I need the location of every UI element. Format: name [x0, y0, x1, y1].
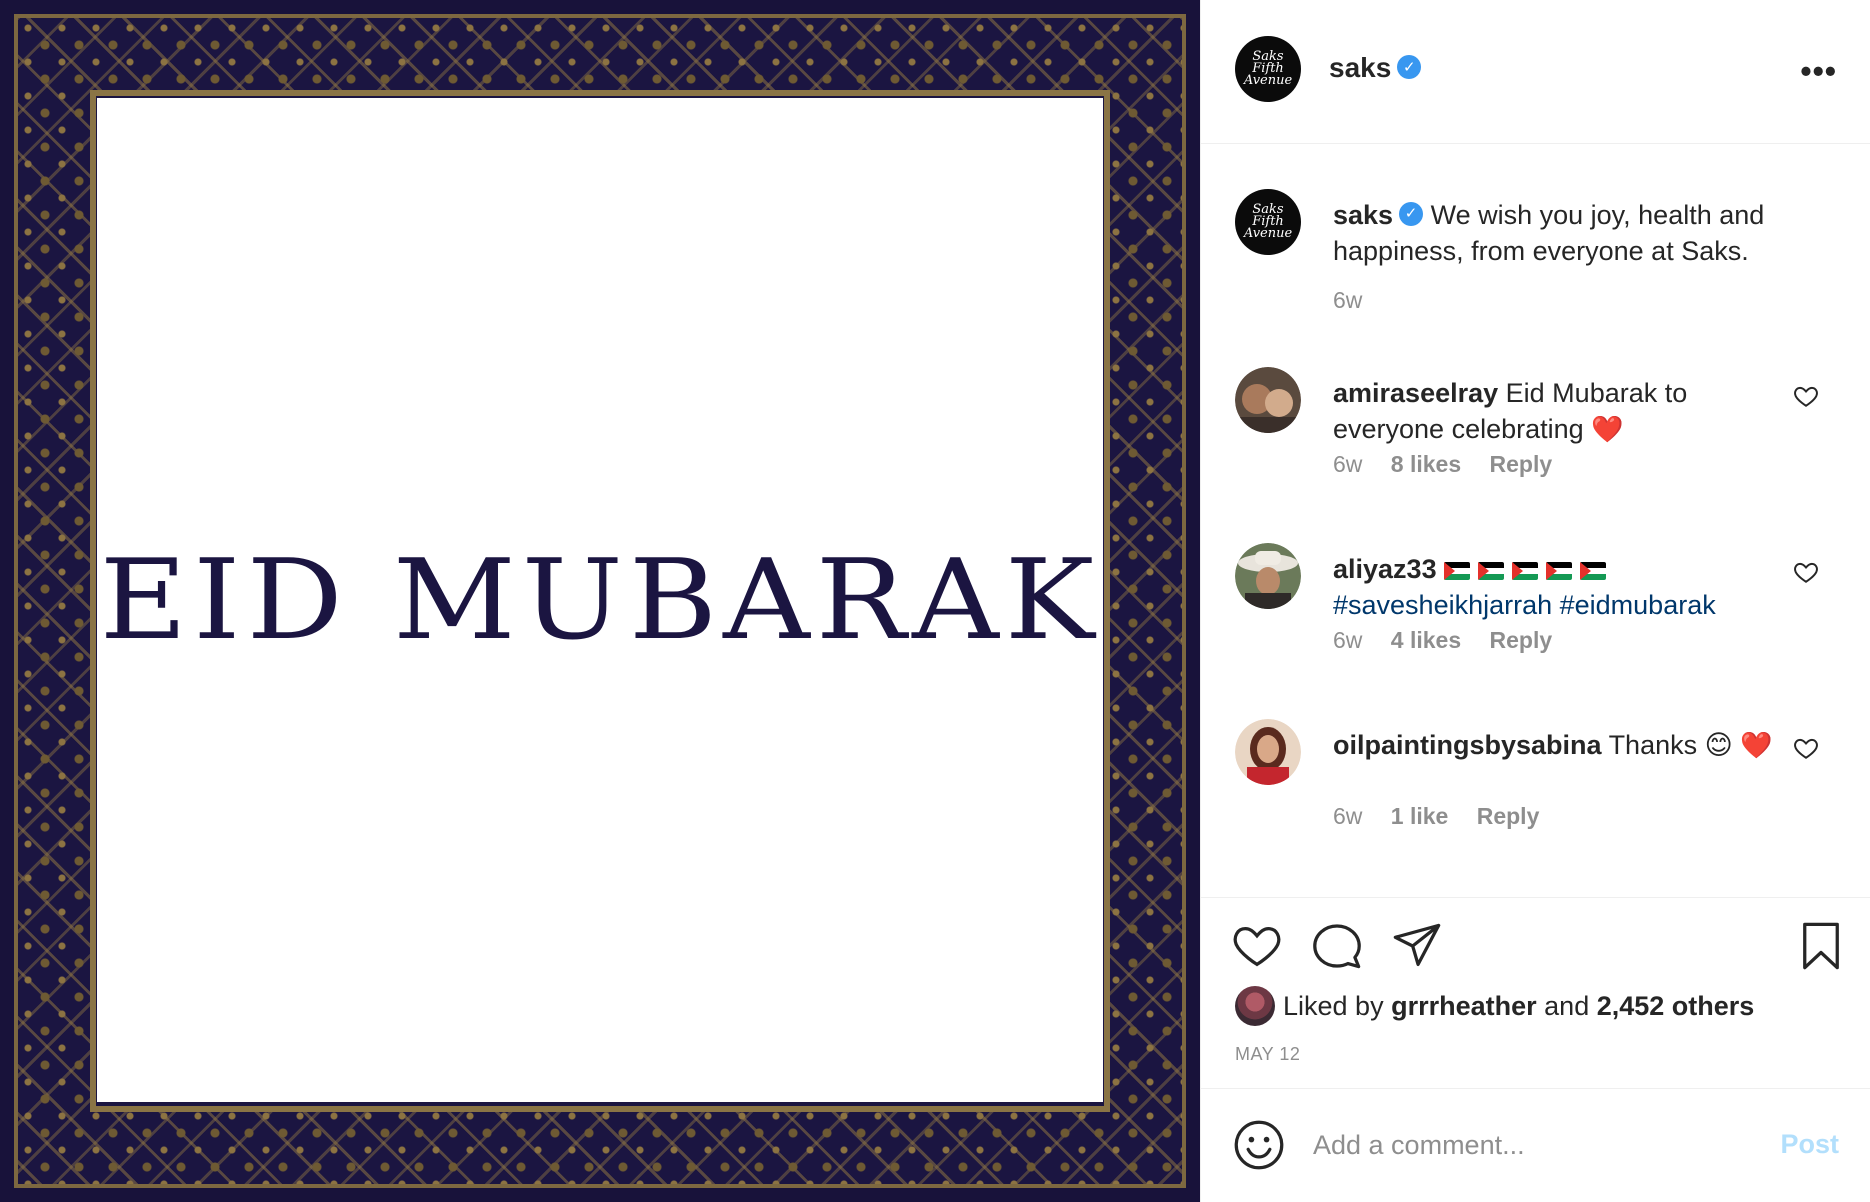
red-heart-emoji: ❤️ [1591, 414, 1624, 444]
image-card: EID MUBARAK [97, 98, 1103, 1102]
flag-icon [1512, 561, 1539, 580]
reply-button[interactable]: Reply [1490, 451, 1553, 477]
red-heart-emoji: ❤️ [1740, 730, 1773, 760]
verified-badge-icon: ✓ [1399, 201, 1424, 226]
comment-username[interactable]: oilpaintingsbysabina [1333, 730, 1602, 760]
flag-icon [1546, 561, 1573, 580]
like-heart-icon[interactable] [1231, 920, 1283, 972]
likes-conj: and [1544, 990, 1590, 1021]
like-comment-heart-icon[interactable] [1793, 383, 1819, 409]
comment-time[interactable]: 6w [1333, 803, 1362, 829]
comment-body: aliyaz33 #savesheikhjarrah #eidmubarak [1333, 551, 1773, 623]
comment-item: oilpaintingsbysabina Thanks 😊 ❤️ 6w 1 li… [1201, 719, 1870, 869]
comment-meta: 6w 1 like Reply [1333, 803, 1561, 830]
post-header: Saks Fifth Avenue saks ✓ ••• [1201, 0, 1870, 144]
aliyaz33-avatar[interactable] [1235, 543, 1301, 609]
header-username[interactable]: saks ✓ [1329, 52, 1422, 84]
avatar-logo-line: Avenue [1243, 73, 1293, 88]
saks-avatar[interactable]: Saks Fifth Avenue [1235, 36, 1301, 102]
comments-list[interactable]: Saks Fifth Avenue saks ✓ We wish you joy,… [1201, 145, 1870, 897]
comment-likes[interactable]: 4 likes [1391, 627, 1461, 653]
flag-icon [1444, 561, 1471, 580]
flag-icon [1478, 561, 1505, 580]
comment-input[interactable] [1313, 1123, 1733, 1167]
comment-body: oilpaintingsbysabina Thanks 😊 ❤️ [1333, 727, 1773, 763]
comment-item: aliyaz33 #savesheikhjarrah #eidmubarak 6… [1201, 543, 1870, 693]
like-comment-heart-icon[interactable] [1793, 559, 1819, 585]
like-comment-heart-icon[interactable] [1793, 735, 1819, 761]
emoji-picker-icon[interactable] [1233, 1119, 1285, 1171]
comment-time[interactable]: 6w [1333, 451, 1362, 477]
verified-badge-icon: ✓ [1397, 54, 1422, 79]
comment-username[interactable]: amiraseelray [1333, 378, 1498, 408]
palestine-flag-emoji [1444, 554, 1614, 584]
reply-button[interactable]: Reply [1477, 803, 1540, 829]
comment-username[interactable]: aliyaz33 [1333, 554, 1437, 584]
flag-icon [1580, 561, 1607, 580]
save-bookmark-icon[interactable] [1795, 920, 1847, 972]
amiraseelray-avatar[interactable] [1235, 367, 1301, 433]
likes-prefix: Liked by [1283, 990, 1384, 1021]
more-options-button[interactable]: ••• [1800, 55, 1837, 87]
likes-others[interactable]: 2,452 others [1597, 991, 1755, 1022]
comment-bubble-icon[interactable] [1311, 920, 1363, 972]
smiling-emoji: 😊 [1704, 730, 1733, 760]
comment-item: amiraseelray Eid Mubarak to everyone cel… [1201, 367, 1870, 517]
liker-avatar[interactable] [1235, 986, 1275, 1026]
liker-username[interactable]: grrrheather [1391, 991, 1537, 1022]
reply-button[interactable]: Reply [1490, 627, 1553, 653]
header-username-text[interactable]: saks [1329, 52, 1391, 83]
caption: Saks Fifth Avenue saks ✓ We wish you joy,… [1201, 189, 1870, 339]
post-detail-panel: Saks Fifth Avenue saks ✓ ••• Saks Fifth A… [1200, 0, 1870, 1202]
caption-body: saks ✓ We wish you joy, health and happin… [1333, 197, 1813, 269]
comment-likes[interactable]: 1 like [1391, 803, 1449, 829]
comment-text: Thanks [1608, 730, 1698, 760]
post-actions: Liked by grrrheather and 2,452 others MA… [1201, 897, 1870, 1087]
post-comment-button[interactable]: Post [1780, 1129, 1839, 1160]
caption-meta: 6w [1333, 287, 1384, 314]
image-headline: EID MUBARAK [99, 536, 1101, 664]
caption-text: We wish you joy, health and happiness, f… [1333, 200, 1765, 266]
caption-time[interactable]: 6w [1333, 287, 1362, 313]
avatar-logo-line: Avenue [1243, 226, 1293, 241]
add-comment-bar: Post [1201, 1088, 1870, 1202]
likes-summary: Liked by grrrheather and 2,452 others [1235, 986, 1754, 1026]
comment-likes[interactable]: 8 likes [1391, 451, 1461, 477]
comment-hashtags[interactable]: #savesheikhjarrah #eidmubarak [1333, 590, 1716, 620]
post-date[interactable]: MAY 12 [1235, 1044, 1300, 1065]
post-image[interactable]: EID MUBARAK [0, 0, 1200, 1202]
saks-avatar[interactable]: Saks Fifth Avenue [1235, 189, 1301, 255]
caption-username[interactable]: saks [1333, 200, 1393, 230]
comment-meta: 6w 4 likes Reply [1333, 627, 1574, 654]
share-send-icon[interactable] [1391, 920, 1443, 972]
oilpaintingsbysabina-avatar[interactable] [1235, 719, 1301, 785]
comment-meta: 6w 8 likes Reply [1333, 451, 1574, 478]
comment-time[interactable]: 6w [1333, 627, 1362, 653]
comment-body: amiraseelray Eid Mubarak to everyone cel… [1333, 375, 1773, 447]
